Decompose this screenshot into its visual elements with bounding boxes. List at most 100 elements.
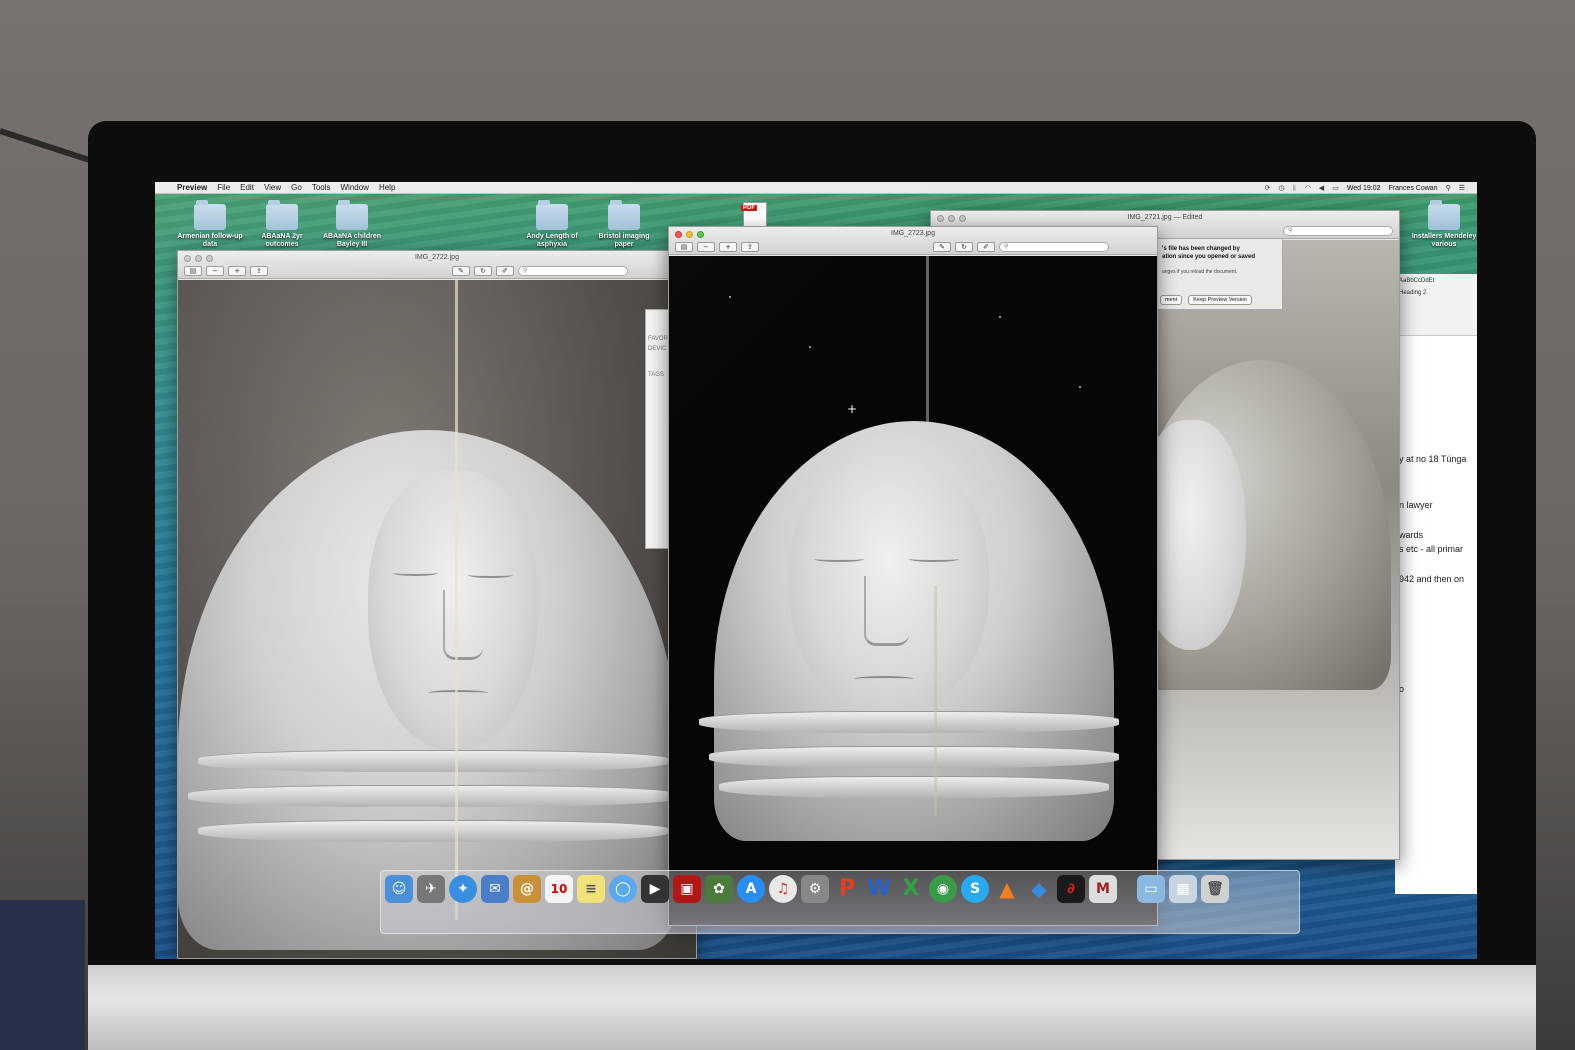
print-crack [934, 586, 937, 816]
desktop-folder-andy[interactable]: Andy Length of asphyxia [517, 200, 587, 249]
imac-chin [88, 965, 1536, 1050]
menu-go[interactable]: Go [291, 183, 302, 192]
annotate-icon[interactable]: ✎ [452, 266, 470, 276]
rotate-icon[interactable]: ↻ [955, 242, 973, 252]
excel-icon[interactable]: X [897, 875, 925, 903]
photo-booth-icon[interactable]: ▣ [673, 875, 701, 903]
time-machine-icon[interactable]: ◷ [1278, 184, 1284, 192]
dropbox-icon[interactable]: ◆ [1025, 875, 1053, 903]
search-input[interactable]: ⚲ [999, 242, 1109, 252]
word-icon[interactable]: W [865, 875, 893, 903]
image-view [178, 280, 696, 958]
desktop-folder-abaana-bayley[interactable]: ABAaNA children Bayley III [317, 200, 387, 249]
alert-note: anges if you reload the document. [1162, 269, 1238, 275]
menu-view[interactable]: View [264, 183, 281, 192]
app-store-icon[interactable]: A [737, 875, 765, 903]
edit-toolbar-icon[interactable]: ✐ [977, 242, 995, 252]
preferences-icon[interactable]: ⚙ [801, 875, 829, 903]
itunes-icon[interactable]: ♫ [769, 875, 797, 903]
preview-window-img2723[interactable]: IMG_2723.jpg ▤ − + ⇪ ✎ ↻ ✐ ⚲ + [668, 226, 1158, 926]
downloads-icon[interactable]: ▦ [1169, 875, 1197, 903]
bluetooth-icon[interactable]: ᛒ [1292, 184, 1296, 192]
menu-help[interactable]: Help [379, 183, 395, 192]
folder-icon[interactable]: ▭ [1137, 875, 1165, 903]
zoom-out-icon[interactable]: − [697, 242, 715, 252]
battery-icon[interactable]: ▭ [1332, 184, 1339, 192]
alert-line2: ation since you opened or saved [1162, 254, 1256, 260]
menu-tools[interactable]: Tools [312, 183, 331, 192]
calendar-icon[interactable]: 10 [545, 875, 573, 903]
edit-toolbar-icon[interactable]: ✐ [496, 266, 514, 276]
search-input[interactable]: ⚲ [518, 266, 628, 276]
mail-icon[interactable]: ✉ [481, 875, 509, 903]
zoom-in-icon[interactable]: + [719, 242, 737, 252]
zoom-in-icon[interactable]: + [228, 266, 246, 276]
image-view: + [669, 256, 1157, 925]
notes-icon[interactable]: ≡ [577, 875, 605, 903]
dock: ☺ ✈ ✦ ✉ @ 10 ≡ ◯ ▶ ▣ ✿ A ♫ ⚙ P W X ◉ S ▲… [380, 870, 1300, 934]
menu-file[interactable]: File [217, 183, 230, 192]
menubar-clock[interactable]: Wed 19:02 [1347, 185, 1381, 192]
menu-window[interactable]: Window [341, 183, 369, 192]
desktop-folder-abaana-2yr[interactable]: ABAaNA 2yr outcomes [247, 200, 317, 249]
folder-icon [1428, 200, 1460, 230]
print-crack [926, 256, 929, 446]
finder-icon[interactable]: ☺ [385, 875, 413, 903]
window-titlebar: IMG_2722.jpg ▤ − + ⇪ ✎ ↻ ✐ ⚲ [178, 251, 696, 279]
vlc-icon[interactable]: ▲ [993, 875, 1021, 903]
safari-icon[interactable]: ✦ [449, 875, 477, 903]
spotlight-icon[interactable]: ⚲ [1446, 184, 1451, 192]
folder-icon [608, 200, 640, 230]
skype-icon[interactable]: S [961, 875, 989, 903]
sculpture-eye [468, 572, 513, 578]
window-title: IMG_2721.jpg — Edited [1127, 214, 1203, 221]
trash-icon[interactable]: 🗑 [1201, 875, 1229, 903]
keep-preview-version-button[interactable]: Keep Preview Version [1188, 295, 1253, 305]
desktop-folder-label: Armenian follow-up data [177, 233, 243, 248]
sculpture-nose [864, 576, 909, 646]
pdf-tag: PDF [741, 205, 757, 211]
facetime-icon[interactable]: ▶ [641, 875, 669, 903]
sculpture-eye [909, 556, 959, 562]
sync-icon[interactable]: ⟳ [1265, 184, 1271, 192]
powerpoint-icon[interactable]: P [833, 875, 861, 903]
share-icon[interactable]: ⇪ [741, 242, 759, 252]
menu-edit[interactable]: Edit [240, 183, 254, 192]
volume-icon[interactable]: ◀ [1319, 184, 1324, 192]
desktop-folder-installers[interactable]: Installers Mendeley various [1409, 200, 1477, 249]
desktop-folder-label: ABAaNA 2yr outcomes [261, 233, 303, 248]
zoom-out-icon[interactable]: − [206, 266, 224, 276]
contacts-icon[interactable]: @ [513, 875, 541, 903]
maps-icon[interactable]: ◉ [929, 875, 957, 903]
desktop-folder-armenian[interactable]: Armenian follow-up data [175, 200, 245, 249]
annotate-icon[interactable]: ✎ [933, 242, 951, 252]
word-style-preview[interactable]: AaBbCcDdEt [1399, 278, 1473, 284]
sidebar-toggle-icon[interactable]: ▤ [675, 242, 693, 252]
launchpad-icon[interactable]: ✈ [417, 875, 445, 903]
iphoto-icon[interactable]: ✿ [705, 875, 733, 903]
menu-app-name[interactable]: Preview [177, 183, 207, 192]
blue-box [0, 900, 85, 1050]
word-text-line: n lawyer [1399, 500, 1433, 510]
window-titlebar: IMG_2723.jpg ▤ − + ⇪ ✎ ↻ ✐ ⚲ [669, 227, 1157, 255]
acrobat-icon[interactable]: ∂ [1057, 875, 1085, 903]
rotate-icon[interactable]: ↻ [474, 266, 492, 276]
folder-icon [194, 200, 226, 230]
preview-window-img2722[interactable]: IMG_2722.jpg ▤ − + ⇪ ✎ ↻ ✐ ⚲ [177, 250, 697, 959]
messages-icon[interactable]: ◯ [609, 875, 637, 903]
word-heading-style[interactable]: Heading 2 [1399, 290, 1473, 296]
desktop-folder-label: Installers Mendeley various [1411, 233, 1477, 248]
menubar-user[interactable]: Frances Cowan [1389, 185, 1438, 192]
folder-icon [536, 200, 568, 230]
search-input[interactable]: ⚲ [1283, 226, 1393, 236]
alert-revert-button[interactable]: ment [1160, 295, 1183, 305]
word-document-window[interactable]: AaBbCcDdEt Heading 2 y at no 18 Túnga n … [1395, 274, 1477, 894]
desktop-folder-bristol[interactable]: Bristol imaging paper [589, 200, 659, 249]
sidebar-toggle-icon[interactable]: ▤ [184, 266, 202, 276]
wifi-icon[interactable]: ◠ [1305, 184, 1311, 192]
menu-bar: Preview File Edit View Go Tools Window H… [155, 182, 1477, 194]
mendeley-icon[interactable]: M [1089, 875, 1117, 903]
desktop-folder-label: Bristol imaging paper [598, 233, 650, 248]
notification-center-icon[interactable]: ☰ [1459, 184, 1465, 192]
share-icon[interactable]: ⇪ [250, 266, 268, 276]
